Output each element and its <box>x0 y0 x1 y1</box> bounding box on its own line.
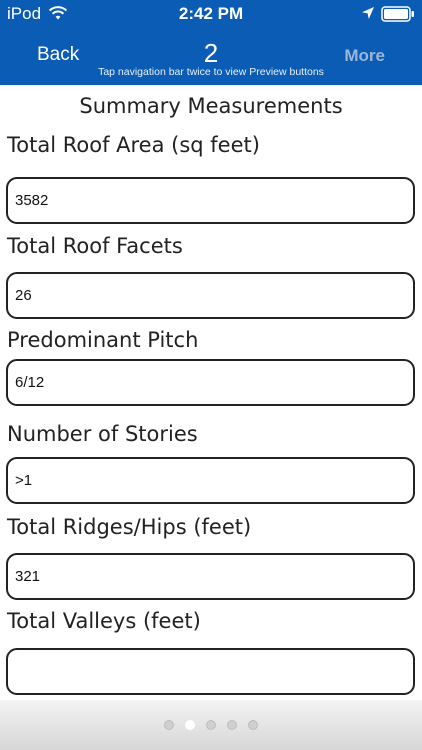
total-roof-area-field[interactable] <box>6 177 415 224</box>
total-roof-facets-field[interactable] <box>6 272 415 319</box>
total-roof-area-label: Total Roof Area (sq feet) <box>7 133 260 157</box>
page-dot-3[interactable] <box>206 720 216 730</box>
location-arrow-icon <box>362 7 374 19</box>
number-of-stories-label: Number of Stories <box>7 422 198 446</box>
total-roof-facets-input[interactable] <box>8 274 413 317</box>
total-roof-facets-label: Total Roof Facets <box>7 234 183 258</box>
page-dot-5[interactable] <box>248 720 258 730</box>
navigation-hint: Tap navigation bar twice to view Preview… <box>98 66 324 78</box>
page-control-bar <box>0 700 422 750</box>
total-roof-area-input[interactable] <box>8 179 413 222</box>
navigation-header[interactable]: iPod 2:42 PM Back 2 More Tap navigation … <box>0 0 422 85</box>
page-dot-2[interactable] <box>185 720 195 730</box>
status-bar: iPod 2:42 PM <box>0 0 422 28</box>
number-of-stories-field[interactable] <box>6 457 415 504</box>
page-dot-4[interactable] <box>227 720 237 730</box>
page-dot-1[interactable] <box>164 720 174 730</box>
total-ridges-hips-input[interactable] <box>8 555 413 598</box>
total-ridges-hips-label: Total Ridges/Hips (feet) <box>7 515 252 539</box>
predominant-pitch-field[interactable] <box>6 359 415 406</box>
clock-label: 2:42 PM <box>178 4 244 23</box>
predominant-pitch-label: Predominant Pitch <box>7 328 199 352</box>
number-of-stories-input[interactable] <box>8 459 413 502</box>
total-valleys-field[interactable] <box>6 648 415 695</box>
battery-icon <box>381 6 414 22</box>
total-valleys-label: Total Valleys (feet) <box>7 609 201 633</box>
more-button[interactable]: More <box>344 46 385 66</box>
total-valleys-input[interactable] <box>8 650 413 693</box>
section-title: Summary Measurements <box>79 94 343 118</box>
total-ridges-hips-field[interactable] <box>6 553 415 600</box>
predominant-pitch-input[interactable] <box>8 361 413 404</box>
